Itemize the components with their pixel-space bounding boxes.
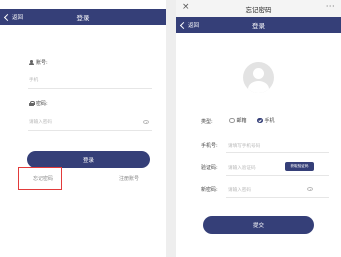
code-label: 验证码: — [201, 165, 218, 171]
eye-icon[interactable] — [143, 120, 149, 124]
reset-header: 返回 登录 — [176, 17, 341, 33]
avatar — [243, 62, 274, 93]
radio-circle-icon — [229, 117, 235, 124]
radio-email-label: 邮箱 — [236, 118, 247, 124]
back-label: 返回 — [12, 15, 24, 21]
account-label-row: 账号: — [29, 59, 48, 66]
window-title: 忘记密码 — [245, 5, 272, 14]
password-label-row: 密码: — [29, 100, 48, 107]
radio-checked-icon — [257, 117, 263, 124]
password-label: 密码: — [36, 101, 48, 107]
close-icon[interactable]: × — [182, 2, 190, 12]
avatar-body — [248, 81, 269, 93]
get-code-button[interactable]: 获取验证码 — [285, 162, 314, 171]
phone-label: 手机号: — [201, 143, 218, 149]
chevron-left-icon — [179, 21, 188, 29]
account-label: 账号: — [36, 60, 48, 66]
account-input[interactable]: 手机 — [29, 77, 38, 83]
reset-screen: × 忘记密码 ··· 返回 登录 类型: 邮箱 手机 手机号: 请填写手机号码 … — [176, 0, 341, 257]
password-input[interactable]: 请输入密码 — [29, 119, 52, 125]
register-link[interactable]: 注册账号 — [119, 175, 139, 182]
code-underline — [226, 175, 329, 176]
login-header: 返回 登录 — [0, 9, 166, 25]
more-icon[interactable]: ··· — [326, 2, 335, 11]
submit-button[interactable]: 提交 — [203, 216, 314, 234]
login-button[interactable]: 登录 — [27, 151, 150, 168]
radio-phone[interactable]: 手机 — [257, 117, 275, 124]
radio-phone-label: 手机 — [264, 118, 275, 124]
type-label: 类型: — [201, 119, 213, 125]
phone-input[interactable]: 请填写手机号码 — [228, 143, 260, 149]
password-underline — [28, 130, 152, 131]
window-titlebar: × 忘记密码 ··· — [176, 0, 341, 17]
eye-icon[interactable] — [307, 187, 313, 191]
avatar-head — [253, 68, 264, 79]
radio-email[interactable]: 邮箱 — [229, 117, 247, 124]
user-icon — [29, 60, 34, 65]
phone-underline — [226, 152, 329, 153]
back-button[interactable]: 返回 — [3, 9, 23, 25]
back-button[interactable]: 返回 — [179, 17, 199, 33]
code-input[interactable]: 请输入验证码 — [228, 165, 256, 171]
new-password-label: 新密码: — [201, 187, 218, 193]
header-title: 登录 — [76, 14, 90, 22]
forgot-password-link[interactable]: 忘记密码 — [33, 175, 53, 182]
login-screen: 返回 登录 账号: 手机 密码: 请输入密码 登录 忘记密码 注册账号 — [0, 0, 166, 257]
chevron-left-icon — [3, 13, 12, 21]
account-underline — [28, 88, 152, 89]
header-title: 登录 — [252, 22, 265, 30]
back-label: 返回 — [188, 23, 200, 29]
lock-icon — [29, 101, 35, 106]
new-password-underline — [226, 197, 329, 198]
new-password-input[interactable]: 请输入密码 — [228, 187, 251, 193]
